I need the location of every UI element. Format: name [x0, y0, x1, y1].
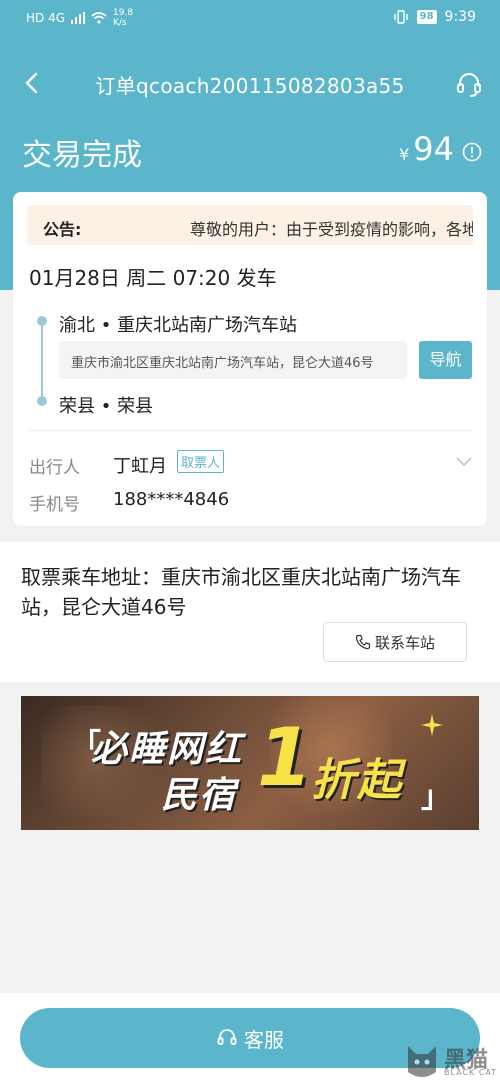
status-bar: HD 4G 19.8 K/s 98 9:39: [0, 0, 500, 36]
notice-label: 公告:: [43, 220, 82, 239]
network-speed-value: 19.8: [113, 8, 134, 18]
phone-icon: [355, 634, 371, 650]
price-value: 94: [413, 130, 454, 168]
order-status: 交易完成: [22, 138, 142, 173]
banner-discount-number: 1: [257, 711, 313, 804]
route-end-dot: [37, 396, 47, 406]
banner-quote-close: 」: [421, 780, 451, 815]
headset-icon[interactable]: [454, 69, 484, 99]
back-arrow-icon[interactable]: [18, 68, 46, 98]
order-price[interactable]: ¥ 94: [399, 130, 482, 168]
vibrate-icon: [393, 10, 408, 24]
departure-time: 01月28日 周二 07:20 发车: [29, 266, 277, 290]
route-start-dot: [37, 316, 47, 326]
phone-label: 手机号: [29, 495, 80, 515]
ticket-holder-badge: 取票人: [177, 450, 225, 473]
from-address: 重庆市渝北区重庆北站南广场汽车站，昆仑大道46号: [71, 356, 374, 371]
status-bar-right: 98 9:39: [393, 9, 476, 25]
watermark-subtext: BLACK CAT: [444, 1068, 498, 1077]
black-cat-watermark: 黑猫 BLACK CAT: [404, 1040, 500, 1083]
status-bar-left: HD 4G 19.8 K/s: [26, 8, 133, 28]
signal-icon: [71, 12, 86, 24]
notice-text: 尊敬的用户：由于受到疫情的影响，各地: [190, 220, 473, 239]
cat-logo-icon: [408, 1046, 436, 1077]
page-title: 订单qcoach200115082803a55: [95, 74, 405, 98]
wifi-icon: [91, 12, 107, 24]
nav-bar: 订单qcoach200115082803a55: [0, 60, 500, 108]
route-line: [41, 320, 43, 400]
network-speed-unit: K/s: [113, 18, 127, 28]
pickup-section: 取票乘车地址：重庆市渝北区重庆北站南广场汽车站，昆仑大道46号 联系车站: [0, 542, 500, 682]
passenger-name: 丁虹月: [113, 456, 167, 477]
price-currency: ¥: [399, 145, 410, 164]
sparkle-icon: [421, 714, 443, 736]
banner-headline: 必睡网红: [91, 729, 244, 770]
pickup-address: 取票乘车地址：重庆市渝北区重庆北站南广场汽车站，昆仑大道46号: [21, 565, 461, 619]
from-station: 渝北 • 重庆北站南广场汽车站: [59, 315, 298, 336]
network-indicator: HD 4G: [26, 11, 66, 25]
battery-indicator: 98: [416, 10, 437, 24]
info-icon[interactable]: [462, 142, 482, 162]
clock: 9:39: [444, 9, 476, 25]
network-speed: 19.8 K/s: [113, 8, 133, 28]
promo-banner[interactable]: 「 必睡网红 民宿 1 折起 」: [21, 696, 479, 830]
divider: [29, 430, 473, 431]
banner-discount-text: 折起: [311, 755, 403, 806]
passenger-label: 出行人: [29, 458, 80, 478]
headset-icon: [217, 1029, 237, 1045]
notice-banner[interactable]: 公告: 尊敬的用户：由于受到疫情的影响，各地: [27, 205, 473, 245]
chevron-down-icon[interactable]: [455, 454, 473, 468]
customer-service-label: 客服: [244, 1027, 284, 1052]
navigation-button[interactable]: 导航: [419, 341, 472, 379]
contact-station-label: 联系车站: [374, 633, 435, 652]
phone-number: 188****4846: [113, 489, 230, 510]
to-station: 荣县 • 荣县: [59, 396, 154, 417]
banner-subheadline: 民宿: [161, 775, 238, 816]
from-address-box: 重庆市渝北区重庆北站南广场汽车站，昆仑大道46号: [59, 341, 407, 379]
contact-station-button[interactable]: 联系车站: [323, 622, 467, 662]
order-card: 公告: 尊敬的用户：由于受到疫情的影响，各地 01月28日 周二 07:20 发…: [13, 192, 487, 526]
